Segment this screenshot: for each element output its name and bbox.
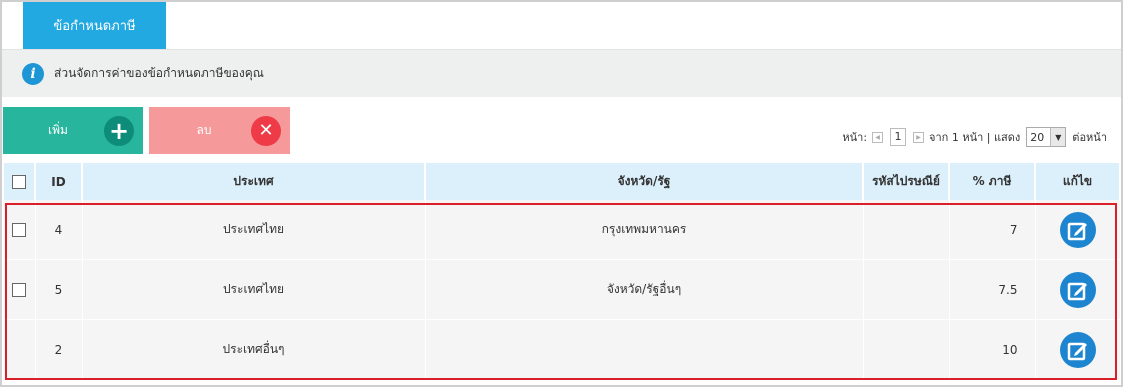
cell-tax: 7.5 [948, 259, 1036, 320]
info-text: ส่วนจัดการค่าของข้อกำหนดภาษีของคุณ [54, 66, 264, 80]
cell-postal [862, 319, 950, 380]
select-all-cell [2, 163, 36, 200]
cell-edit [1034, 319, 1121, 380]
col-header-edit: แก้ไข [1034, 163, 1121, 200]
page-label: หน้า: [842, 131, 868, 144]
cell-province: กรุงเทพมหานคร [424, 200, 864, 260]
col-header-province[interactable]: จังหวัด/รัฐ [424, 163, 864, 200]
tab-tax-rules[interactable]: ข้อกำหนดภาษี [23, 2, 166, 49]
add-button[interactable]: เพิ่ม + [3, 107, 143, 154]
table-row: 5 ประเทศไทย จังหวัด/รัฐอื่นๆ 7.5 [2, 259, 1121, 320]
info-icon: i [22, 62, 44, 85]
row-select-cell-empty [2, 319, 36, 380]
edit-icon[interactable] [1059, 211, 1096, 248]
col-header-tax[interactable]: % ภาษี [948, 163, 1036, 200]
per-page-value: 20 [1030, 130, 1045, 144]
cell-edit [1034, 259, 1121, 320]
select-all-checkbox[interactable] [12, 174, 26, 189]
next-page-icon[interactable]: ▶ [913, 131, 925, 143]
cell-country: ประเทศไทย [81, 259, 426, 320]
row-checkbox[interactable] [12, 282, 26, 297]
delete-button[interactable]: ลบ ✕ [149, 107, 290, 154]
cell-postal [862, 259, 950, 320]
cell-postal [862, 200, 950, 260]
add-button-label: เพิ่ม [48, 123, 68, 137]
tax-table: ID ประเทศ จังหวัด/รัฐ รหัสไปรษณีย์ % ภาษ… [2, 163, 1121, 380]
table-row: 2 ประเทศอื่นๆ 10 [2, 319, 1121, 380]
cell-tax: 10 [948, 319, 1036, 380]
row-checkbox[interactable] [12, 222, 26, 237]
cell-edit [1034, 200, 1121, 260]
plus-icon: + [104, 115, 134, 146]
delete-button-label: ลบ [196, 123, 212, 137]
col-header-postal[interactable]: รหัสไปรษณีย์ [862, 163, 950, 200]
cell-id: 2 [34, 319, 83, 380]
cell-province: จังหวัด/รัฐอื่นๆ [424, 259, 864, 320]
cell-tax: 7 [948, 200, 1036, 260]
edit-icon[interactable] [1059, 271, 1096, 308]
page-input[interactable]: 1 [890, 128, 907, 146]
info-bar: i ส่วนจัดการค่าของข้อกำหนดภาษีของคุณ [2, 50, 1121, 97]
col-header-id[interactable]: ID [34, 163, 83, 200]
tab-bar: ข้อกำหนดภาษี [2, 2, 1121, 50]
table-header-row: ID ประเทศ จังหวัด/รัฐ รหัสไปรษณีย์ % ภาษ… [2, 163, 1121, 200]
table-row: 4 ประเทศไทย กรุงเทพมหานคร 7 [2, 200, 1121, 260]
per-page-select[interactable]: 20 ▼ [1026, 127, 1067, 147]
edit-icon[interactable] [1059, 331, 1096, 368]
row-select-cell [2, 259, 36, 320]
prev-page-icon[interactable]: ◀ [872, 131, 884, 143]
cell-country: ประเทศอื่นๆ [81, 319, 426, 380]
pagination: หน้า: ◀ 1 ▶ จาก 1 หน้า | แสดง 20 ▼ ต่อหน… [842, 127, 1107, 147]
cell-id: 4 [34, 200, 83, 260]
cell-id: 5 [34, 259, 83, 320]
close-icon: ✕ [251, 115, 281, 146]
cell-country: ประเทศไทย [81, 200, 426, 260]
col-header-country[interactable]: ประเทศ [81, 163, 426, 200]
page-of-text: จาก 1 หน้า | แสดง [929, 131, 1021, 144]
per-page-suffix: ต่อหน้า [1072, 131, 1107, 144]
chevron-down-icon: ▼ [1050, 128, 1066, 146]
cell-province [424, 319, 864, 380]
row-select-cell [2, 200, 36, 260]
